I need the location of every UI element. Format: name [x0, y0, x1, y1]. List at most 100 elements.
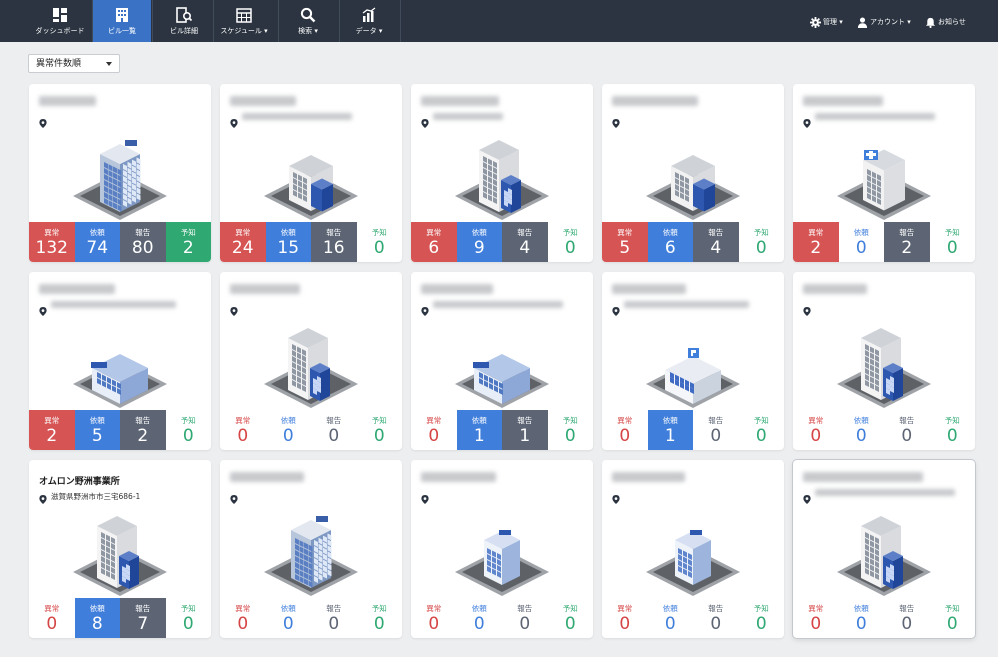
status-cell[interactable]: 予知 0: [930, 222, 976, 262]
building-card[interactable]: 異常 6 依頼 9 報告 4 予知 0: [411, 84, 593, 262]
building-card[interactable]: 異常 5 依頼 6 報告 4 予知 0: [602, 84, 784, 262]
status-cell[interactable]: 異常 2: [793, 222, 839, 262]
nav-right-item-1[interactable]: アカウント ▾: [857, 16, 911, 28]
status-count: 5: [619, 238, 631, 258]
building-card[interactable]: 異常 0 依頼 0 報告 0 予知 0: [411, 460, 593, 638]
status-cell[interactable]: 異常 0: [793, 598, 839, 638]
chevron-down-icon: [106, 62, 112, 66]
status-cell[interactable]: 報告 0: [502, 598, 548, 638]
building-card[interactable]: 異常 2 依頼 5 報告 2 予知 0: [29, 272, 211, 450]
nav-item-3[interactable]: スケジュール ▾: [215, 0, 273, 42]
status-cell[interactable]: 予知 0: [739, 598, 785, 638]
status-count: 0: [664, 614, 676, 634]
status-cell[interactable]: 予知 0: [166, 410, 212, 450]
status-cell[interactable]: 依頼 0: [839, 598, 885, 638]
location-pin-icon: [230, 301, 238, 320]
nav-divider: [278, 0, 279, 42]
status-cell[interactable]: 報告 0: [884, 410, 930, 450]
status-cell[interactable]: 異常 0: [220, 410, 266, 450]
status-cell[interactable]: 依頼 1: [647, 410, 693, 450]
status-cell[interactable]: 報告 4: [502, 222, 548, 262]
status-cell[interactable]: 予知 0: [548, 410, 594, 450]
status-cell[interactable]: 異常 0: [602, 410, 648, 450]
building-card[interactable]: オムロン野洲事業所 滋賀県野洲市市三宅686-1 異常 0 依頼 8 報告 7 予知 0: [29, 460, 211, 638]
status-cell[interactable]: 予知 0: [548, 598, 594, 638]
status-cell[interactable]: 異常 0: [602, 598, 648, 638]
nav-item-2[interactable]: ビル詳細: [155, 0, 213, 42]
status-cell[interactable]: 予知 0: [357, 598, 403, 638]
status-cell[interactable]: 報告 16: [311, 222, 357, 262]
status-cell[interactable]: 報告 7: [120, 598, 166, 638]
top-navigation-bar: ダッシュボード ビル一覧 ビル詳細 スケジュール ▾ 検索 ▾ データ ▾ 管理 ▾ アカウ…: [0, 0, 998, 42]
status-cell[interactable]: 依頼 15: [265, 222, 311, 262]
status-cell[interactable]: 報告 0: [693, 410, 739, 450]
status-cell[interactable]: 依頼 6: [647, 222, 693, 262]
status-cell[interactable]: 異常 6: [411, 222, 457, 262]
status-cell[interactable]: 依頼 0: [648, 598, 694, 638]
building-card[interactable]: 異常 0 依頼 1 報告 1 予知 0: [411, 272, 593, 450]
status-count: 4: [519, 238, 531, 258]
nav-right-item-2[interactable]: お知らせ: [925, 16, 966, 28]
building-card[interactable]: 異常 24 依頼 15 報告 16 予知 0: [220, 84, 402, 262]
status-cell[interactable]: 依頼 1: [456, 410, 502, 450]
status-cell[interactable]: 報告 1: [502, 410, 548, 450]
status-cell[interactable]: 報告 0: [311, 598, 357, 638]
status-cell[interactable]: 異常 0: [793, 410, 839, 450]
nav-item-4[interactable]: 検索 ▾: [279, 0, 337, 42]
status-cell[interactable]: 予知 2: [165, 222, 211, 262]
status-cell[interactable]: 異常 132: [29, 222, 75, 262]
status-cell[interactable]: 依頼 0: [266, 598, 312, 638]
status-cell[interactable]: 予知 0: [739, 222, 785, 262]
status-cell[interactable]: 報告 0: [311, 410, 357, 450]
nav-item-1[interactable]: ビル一覧: [93, 0, 151, 42]
building-illustration: [67, 312, 173, 412]
status-cell[interactable]: 予知 0: [930, 410, 976, 450]
building-status-counts: 異常 6 依頼 9 報告 4 予知 0: [411, 222, 593, 262]
status-cell[interactable]: 依頼 5: [74, 410, 120, 450]
status-cell[interactable]: 報告 0: [884, 598, 930, 638]
building-card[interactable]: 異常 2 依頼 0 報告 2 予知 0: [793, 84, 975, 262]
building-card[interactable]: 異常 0 依頼 0 報告 0 予知 0: [220, 272, 402, 450]
nav-divider: [400, 0, 401, 42]
status-cell[interactable]: 報告 2: [120, 410, 166, 450]
status-cell[interactable]: 異常 0: [220, 598, 266, 638]
status-cell[interactable]: 報告 80: [120, 222, 166, 262]
status-cell[interactable]: 報告 2: [884, 222, 930, 262]
sort-order-select[interactable]: 異常件数順: [28, 54, 120, 73]
status-cell[interactable]: 予知 0: [548, 222, 594, 262]
status-cell[interactable]: 依頼 0: [839, 410, 885, 450]
building-card[interactable]: 異常 0 依頼 1 報告 0 予知 0: [602, 272, 784, 450]
status-cell[interactable]: 依頼 9: [456, 222, 502, 262]
status-cell[interactable]: 異常 0: [29, 598, 75, 638]
status-cell[interactable]: 予知 0: [357, 222, 403, 262]
status-cell[interactable]: 報告 4: [693, 222, 739, 262]
nav-item-0[interactable]: ダッシュボード: [31, 0, 89, 42]
status-cell[interactable]: 異常 5: [602, 222, 648, 262]
status-cell[interactable]: 異常 0: [411, 598, 457, 638]
building-card[interactable]: 異常 0 依頼 0 報告 0 予知 0: [793, 460, 975, 638]
status-cell[interactable]: 依頼 0: [266, 410, 312, 450]
location-pin-icon: [612, 113, 620, 132]
status-cell[interactable]: 依頼 0: [839, 222, 885, 262]
status-cell[interactable]: 予知 0: [357, 410, 403, 450]
status-cell[interactable]: 予知 0: [166, 598, 212, 638]
status-cell[interactable]: 異常 2: [29, 410, 75, 450]
status-cell[interactable]: 異常 0: [411, 410, 457, 450]
status-label: 予知: [562, 416, 578, 425]
status-cell[interactable]: 報告 0: [693, 598, 739, 638]
status-cell[interactable]: 予知 0: [930, 598, 976, 638]
nav-item-5[interactable]: データ ▾: [340, 0, 398, 42]
building-card[interactable]: 異常 0 依頼 0 報告 0 予知 0: [602, 460, 784, 638]
status-cell[interactable]: 依頼 8: [74, 598, 120, 638]
building-address-redacted: [815, 489, 955, 496]
building-card[interactable]: 異常 0 依頼 0 報告 0 予知 0: [793, 272, 975, 450]
status-cell[interactable]: 異常 24: [220, 222, 266, 262]
nav-right-item-0[interactable]: 管理 ▾: [810, 16, 843, 28]
status-label: 異常: [617, 416, 633, 425]
status-label: 異常: [426, 604, 442, 613]
building-card[interactable]: 異常 132 依頼 74 報告 80 予知 2: [29, 84, 211, 262]
status-cell[interactable]: 依頼 0: [457, 598, 503, 638]
building-card[interactable]: 異常 0 依頼 0 報告 0 予知 0: [220, 460, 402, 638]
status-cell[interactable]: 依頼 74: [74, 222, 120, 262]
status-cell[interactable]: 予知 0: [739, 410, 785, 450]
